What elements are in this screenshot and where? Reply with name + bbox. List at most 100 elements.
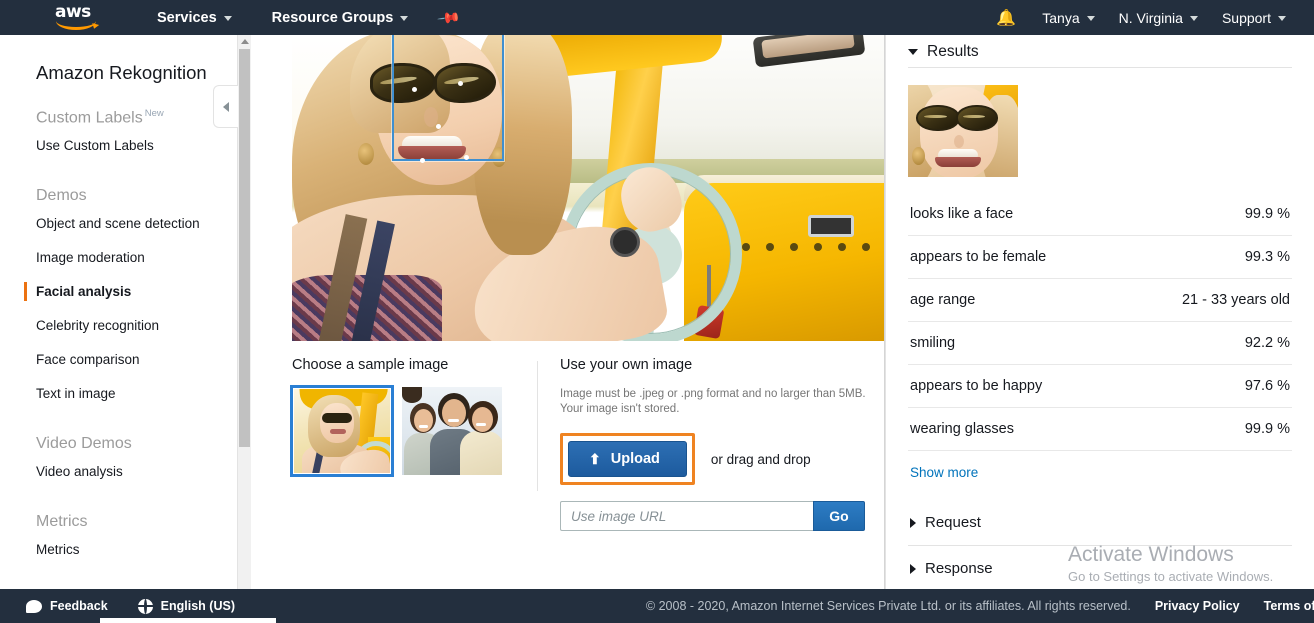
sidebar-item-label: Image moderation bbox=[36, 250, 145, 266]
copyright-text: © 2008 - 2020, Amazon Internet Services … bbox=[645, 599, 1131, 613]
sidebar-group-header: Demos bbox=[36, 187, 87, 205]
face-attribute-row: wearing glasses 99.9 % bbox=[908, 408, 1292, 451]
results-panel: Results looks like a face 99.9 % appears t… bbox=[885, 35, 1314, 589]
privacy-policy-link[interactable]: Privacy Policy bbox=[1155, 599, 1240, 613]
nav-account-menu[interactable]: Tanya bbox=[1030, 0, 1106, 35]
sidebar-item-label: Face comparison bbox=[36, 352, 140, 368]
sample-thumbnails bbox=[290, 385, 537, 477]
image-earring-left bbox=[358, 143, 374, 165]
go-button[interactable]: Go bbox=[813, 501, 865, 531]
sidebar-item-celebrity-recognition[interactable]: Celebrity recognition bbox=[0, 309, 237, 343]
face-attribute-label: wearing glasses bbox=[910, 421, 1014, 437]
chevron-left-icon bbox=[223, 101, 229, 112]
sidebar-collapse-button[interactable] bbox=[213, 85, 238, 128]
analyzed-image-viewer[interactable] bbox=[292, 35, 884, 341]
sample-thumbnail-woman-driving[interactable] bbox=[290, 385, 394, 477]
sidebar-item-image-moderation[interactable]: Image moderation bbox=[0, 241, 237, 275]
speech-bubble-icon bbox=[26, 599, 42, 613]
request-section-label: Request bbox=[925, 514, 981, 531]
terms-of-use-link[interactable]: Terms of U bbox=[1264, 599, 1314, 613]
face-attribute-row: looks like a face 99.9 % bbox=[908, 193, 1292, 236]
image-chooser: Choose a sample image Use your own image… bbox=[290, 357, 884, 532]
detected-face-thumbnail[interactable] bbox=[908, 85, 1018, 177]
nav-account-label: Tanya bbox=[1042, 9, 1080, 26]
feedback-button[interactable]: Feedback bbox=[26, 599, 108, 613]
sample-image-column: Choose a sample image bbox=[290, 357, 537, 532]
feedback-label: Feedback bbox=[50, 599, 108, 613]
face-attribute-label: appears to be female bbox=[910, 249, 1047, 265]
sidebar-item-object-and-scene-detection[interactable]: Object and scene detection bbox=[0, 207, 237, 241]
response-section-header[interactable]: Response bbox=[908, 546, 1292, 589]
face-attribute-row: smiling 92.2 % bbox=[908, 322, 1292, 365]
image-url-input[interactable] bbox=[560, 501, 813, 531]
landmark-nose bbox=[436, 124, 441, 129]
nav-resource-groups[interactable]: Resource Groups bbox=[260, 0, 421, 35]
language-label: English (US) bbox=[160, 599, 235, 613]
nav-region-menu[interactable]: N. Virginia bbox=[1107, 0, 1210, 35]
sidebar-item-facial-analysis[interactable]: Facial analysis bbox=[0, 275, 237, 309]
chooser-divider bbox=[537, 361, 538, 491]
sample-section-title: Choose a sample image bbox=[292, 357, 449, 373]
face-attribute-label: age range bbox=[910, 292, 976, 308]
panel-divider bbox=[884, 35, 885, 589]
face-attribute-label: smiling bbox=[910, 335, 956, 351]
face-attribute-value: 99.9 % bbox=[1244, 421, 1290, 437]
request-section-header[interactable]: Request bbox=[908, 500, 1292, 546]
new-badge: New bbox=[144, 108, 164, 119]
sidebar-group-header: Custom Labels New bbox=[36, 108, 164, 127]
analyzed-image bbox=[292, 35, 884, 341]
image-dashboard-vent bbox=[808, 215, 854, 237]
landmark-eye-right bbox=[458, 81, 463, 86]
sidebar-item-label: Facial analysis bbox=[36, 284, 132, 300]
upload-button[interactable]: ⬆ Upload bbox=[568, 441, 687, 477]
nav-services-label: Services bbox=[157, 9, 217, 26]
scroll-up-arrow-icon[interactable] bbox=[240, 39, 249, 44]
upload-row: ⬆ Upload or drag and drop bbox=[560, 433, 884, 485]
chevron-down-icon bbox=[1086, 16, 1095, 21]
sidebar-item-text-in-image[interactable]: Text in image bbox=[0, 377, 237, 411]
sidebar-item-face-comparison[interactable]: Face comparison bbox=[0, 343, 237, 377]
sidebar-scrollbar[interactable] bbox=[238, 35, 251, 589]
language-selector[interactable]: English (US) bbox=[137, 598, 235, 614]
results-header[interactable]: Results bbox=[908, 35, 1292, 67]
chevron-down-icon bbox=[1189, 16, 1198, 21]
own-image-help-text: Image must be .jpeg or .png format and n… bbox=[560, 388, 866, 415]
scrollbar-thumb[interactable] bbox=[239, 49, 250, 447]
sidebar-group-header: Video Demos bbox=[36, 435, 132, 453]
nav-support-menu[interactable]: Support bbox=[1210, 0, 1298, 35]
own-image-section-title: Use your own image bbox=[560, 357, 693, 373]
pin-icon[interactable]: 📌 bbox=[437, 5, 463, 31]
sidebar-item-video-analysis[interactable]: Video analysis bbox=[0, 455, 237, 489]
landmark-eye-left bbox=[412, 87, 417, 92]
aws-console-page: aws Services Resource Groups 📌 🔔 Tanya N… bbox=[0, 0, 1314, 623]
face-attribute-row: age range 21 - 33 years old bbox=[908, 279, 1292, 322]
sidebar-item-use-custom-labels[interactable]: Use Custom Labels bbox=[0, 129, 237, 163]
chevron-down-icon bbox=[223, 16, 232, 21]
face-attributes-list: looks like a face 99.9 % appears to be fem… bbox=[908, 193, 1292, 451]
face-attribute-label: appears to be happy bbox=[910, 378, 1043, 394]
chevron-down-icon bbox=[908, 49, 918, 55]
show-more-link[interactable]: Show more bbox=[910, 465, 978, 480]
chevron-right-icon bbox=[910, 563, 916, 574]
sidebar-item-label: Metrics bbox=[36, 542, 80, 558]
sample-thumbnail-family[interactable] bbox=[402, 387, 502, 475]
sidebar-item-label: Celebrity recognition bbox=[36, 318, 160, 334]
top-navigation-bar: aws Services Resource Groups 📌 🔔 Tanya N… bbox=[0, 0, 1314, 35]
face-attribute-row: appears to be female 99.3 % bbox=[908, 236, 1292, 279]
face-attribute-value: 21 - 33 years old bbox=[1181, 292, 1290, 308]
bell-icon[interactable]: 🔔 bbox=[982, 8, 1030, 28]
nav-region-label: N. Virginia bbox=[1118, 9, 1183, 26]
aws-logo[interactable]: aws bbox=[55, 1, 107, 31]
landmark-mouth-right bbox=[464, 155, 469, 160]
results-header-label: Results bbox=[927, 43, 979, 60]
nav-services[interactable]: Services bbox=[145, 0, 244, 35]
sidebar-item-metrics[interactable]: Metrics bbox=[0, 533, 237, 567]
chevron-down-icon bbox=[400, 16, 409, 21]
sidebar-nav: Custom Labels New Use Custom Labels Demos Ob… bbox=[0, 84, 237, 567]
globe-icon bbox=[137, 598, 153, 614]
taskbar-sliver bbox=[100, 618, 276, 623]
aws-wordmark: aws bbox=[55, 1, 91, 22]
aws-smile-icon bbox=[56, 21, 96, 30]
sidebar-item-label: Text in image bbox=[36, 386, 116, 402]
nav-resource-groups-label: Resource Groups bbox=[271, 9, 394, 26]
